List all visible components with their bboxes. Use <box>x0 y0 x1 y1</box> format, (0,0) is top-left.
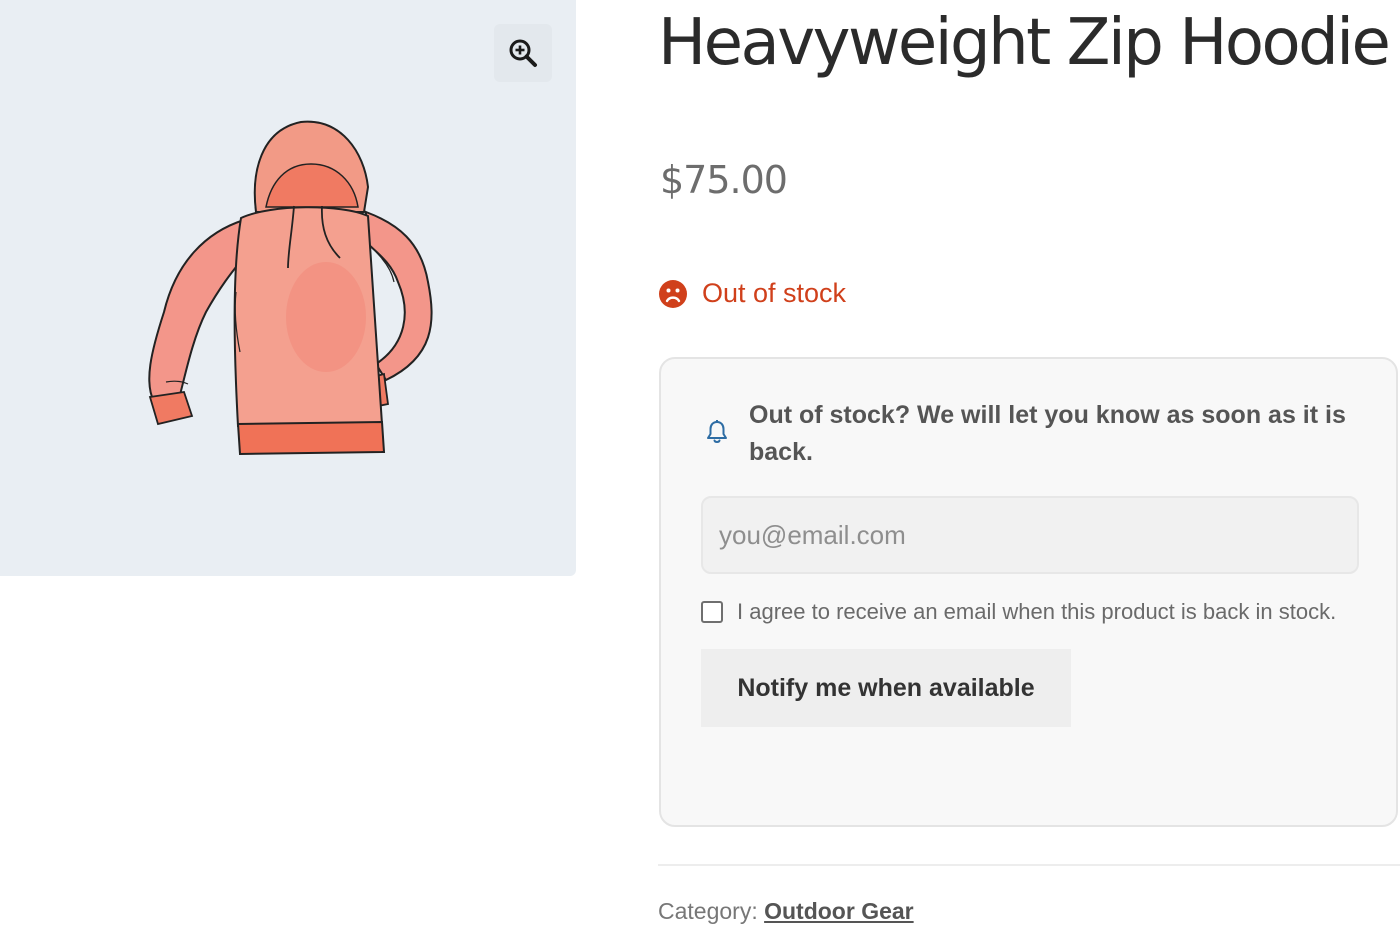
back-in-stock-form: Out of stock? We will let you know as so… <box>659 357 1398 827</box>
bell-icon <box>707 420 727 443</box>
divider <box>658 864 1400 866</box>
category-label: Category: <box>658 898 758 924</box>
product-image[interactable] <box>136 112 446 462</box>
notify-me-button[interactable]: Notify me when available <box>701 649 1071 727</box>
zoom-in-icon <box>509 39 537 67</box>
stock-status: Out of stock <box>658 278 846 309</box>
product-price: $75.00 <box>660 158 788 202</box>
product-meta: Category: Outdoor Gear <box>658 898 914 925</box>
product-title: Heavyweight Zip Hoodie <box>658 6 1391 80</box>
consent-row[interactable]: I agree to receive an email when this pr… <box>701 599 1336 625</box>
product-gallery <box>0 0 576 576</box>
stock-status-text: Out of stock <box>702 278 847 308</box>
notify-header: Out of stock? We will let you know as so… <box>705 397 1355 471</box>
notify-message: Out of stock? We will let you know as so… <box>749 401 1346 466</box>
sad-face-icon <box>659 279 687 308</box>
consent-checkbox[interactable] <box>701 601 723 623</box>
consent-label: I agree to receive an email when this pr… <box>737 599 1337 624</box>
zoom-button[interactable] <box>494 24 552 82</box>
category-link[interactable]: Outdoor Gear <box>764 898 914 924</box>
email-field[interactable] <box>701 496 1359 574</box>
